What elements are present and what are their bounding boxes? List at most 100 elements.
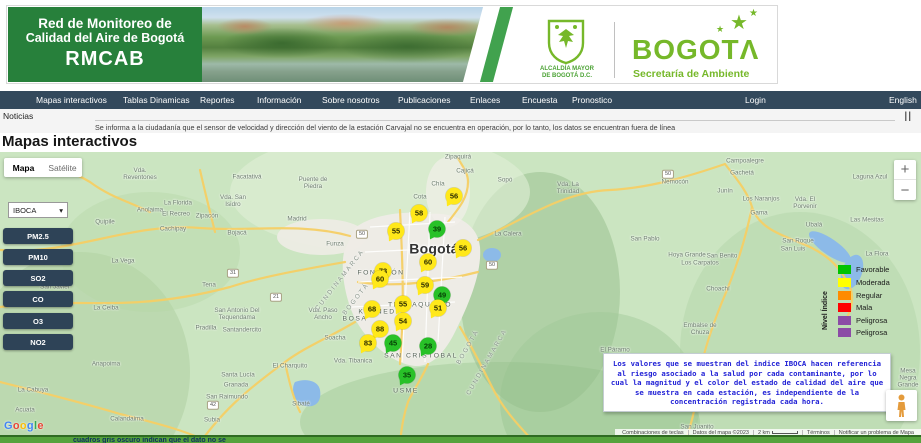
map-type-satellite-button[interactable]: Satélite (43, 158, 82, 177)
bogota-logo[interactable]: BOGOTΛ (632, 36, 759, 64)
header-city-photo (202, 7, 487, 82)
nav-item-publicaciones[interactable]: Publicaciones (398, 91, 450, 109)
station-marker[interactable]: 83 (360, 335, 377, 352)
legend-label: Favorable (856, 265, 889, 274)
legend-label: Moderada (856, 278, 890, 287)
secretaria-label: Secretaría de Ambiente (633, 68, 749, 80)
map-label: San Antonio Del Tequendama (214, 307, 259, 321)
chevron-down-icon: ▾ (59, 206, 63, 215)
rmcab-logo[interactable]: Red de Monitoreo de Calidad del Aire de … (8, 7, 202, 82)
site-header: Red de Monitoreo de Calidad del Aire de … (6, 5, 778, 84)
map-label: Nemocón (662, 179, 689, 186)
nav-item-pronostico[interactable]: Pronostico (572, 91, 612, 109)
logo-acronym: RMCAB (8, 48, 202, 71)
nav-item-información[interactable]: Información (257, 91, 301, 109)
map-label: Calandaima (110, 416, 144, 423)
station-marker[interactable]: 59 (417, 277, 434, 294)
map-label: Vda. Paso Ancho (308, 307, 337, 321)
map-label: Mesa Negra Grande (897, 368, 918, 389)
pollutant-button-so2[interactable]: SO2 (3, 270, 73, 286)
map-label: Anapoima (92, 361, 120, 368)
bottom-ticker-text: cuadros gris oscuro indican que el dato … (73, 437, 226, 443)
nav-item-enlaces[interactable]: Enlaces (470, 91, 500, 109)
station-marker[interactable]: 60 (372, 271, 389, 288)
pollutant-select[interactable]: IBOCA ▾ (8, 202, 68, 218)
zoom-in-button[interactable]: + (894, 160, 916, 180)
station-marker[interactable]: 56 (455, 240, 472, 257)
station-marker[interactable]: 55 (395, 296, 412, 313)
news-divider (95, 120, 895, 121)
map-label: Madrid (287, 216, 306, 223)
map-type-map-button[interactable]: Mapa (4, 158, 43, 177)
station-marker[interactable]: 68 (364, 301, 381, 318)
map-label: Santandercito (223, 327, 262, 334)
pollutant-button-co[interactable]: CO (3, 291, 73, 307)
map-label: Zipaquirá (445, 154, 471, 161)
nav-item-encuesta[interactable]: Encuesta (522, 91, 557, 109)
map-zoom-control: + − (894, 160, 916, 200)
map-label: 21 (270, 293, 282, 302)
station-marker[interactable]: 45 (385, 335, 402, 352)
nav-item-mapas-interactivos[interactable]: Mapas interactivos (36, 91, 107, 109)
legend-label: Mala (856, 303, 872, 312)
map-label: 50 (356, 230, 368, 239)
pegman-control[interactable] (886, 390, 917, 421)
map-label: Bojacá (227, 230, 246, 237)
nav-item-sobre-nosotros[interactable]: Sobre nosotros (322, 91, 380, 109)
legend-row: Peligrosa (838, 328, 887, 337)
page-title: Mapas interactivos (2, 133, 137, 150)
alcaldia-line1: ALCALDÍA MAYOR (522, 66, 612, 73)
bogota-wordmark: BOGOT (632, 34, 740, 65)
map-label: Cota (413, 194, 426, 201)
station-marker[interactable]: 51 (430, 300, 447, 317)
nav-login[interactable]: Login (745, 91, 766, 109)
map-label: Granada (224, 382, 249, 389)
pollutant-button-pm10[interactable]: PM10 (3, 249, 73, 265)
legend-swatch (838, 265, 851, 274)
pause-icon[interactable]: || (904, 111, 912, 122)
bogota-logo-a: Λ (740, 36, 760, 64)
map-label: La Ceiba (93, 305, 118, 312)
map-label: Subia (204, 417, 220, 424)
map-scale-bar (772, 431, 798, 434)
pollutant-button-o3[interactable]: O3 (3, 313, 73, 329)
station-marker[interactable]: 88 (372, 321, 389, 338)
map-label: Vda. Reventones (123, 167, 157, 181)
station-marker[interactable]: 54 (395, 313, 412, 330)
map-label: Ubalá (806, 222, 822, 229)
interactive-map[interactable]: BogotáVda. ReventonesFacatativáPuente de… (0, 152, 921, 443)
map-label: Gama (750, 210, 767, 217)
nav-item-tablas-dinamicas[interactable]: Tablas Dinamicas (123, 91, 190, 109)
station-marker[interactable]: 55 (388, 223, 405, 240)
pegman-icon (895, 394, 908, 418)
legend-swatch (838, 278, 851, 287)
logo-line2: Calidad del Aire de Bogotá (8, 31, 202, 45)
map-label: Gachetá (730, 170, 754, 177)
map-label: Puente de Piedra (299, 176, 328, 190)
map-label: Acuata (15, 407, 35, 414)
map-label: Quipile (95, 219, 115, 226)
zoom-out-button[interactable]: − (894, 180, 916, 200)
map-label: San Pablo (630, 236, 659, 243)
alcaldia-crest-icon (544, 17, 588, 65)
legend-row: Favorable (838, 265, 889, 274)
pollutant-button-no2[interactable]: NO2 (3, 334, 73, 350)
nav-item-reportes[interactable]: Reportes (200, 91, 235, 109)
map-label: San Benito (707, 253, 738, 260)
pollutant-button-pm25[interactable]: PM2.5 (3, 228, 73, 244)
map-label: 50 (486, 261, 498, 270)
station-marker[interactable]: 39 (429, 221, 446, 238)
station-marker[interactable]: 56 (446, 188, 463, 205)
legend-row: Regular (838, 291, 882, 300)
station-marker[interactable]: 28 (420, 338, 437, 355)
google-logo[interactable]: Google (4, 420, 44, 432)
map-label: Cajicá (456, 168, 474, 175)
news-ticker: Se informa a la ciudadanía que el sensor… (95, 123, 675, 132)
nav-english[interactable]: English (889, 91, 917, 109)
map-label: Embalse de Chuza (683, 322, 716, 336)
station-marker[interactable]: 58 (411, 205, 428, 222)
header-divider (614, 22, 615, 78)
map-label: San Raimundo (206, 394, 248, 401)
station-marker[interactable]: 35 (399, 367, 416, 384)
station-marker[interactable]: 60 (420, 254, 437, 271)
